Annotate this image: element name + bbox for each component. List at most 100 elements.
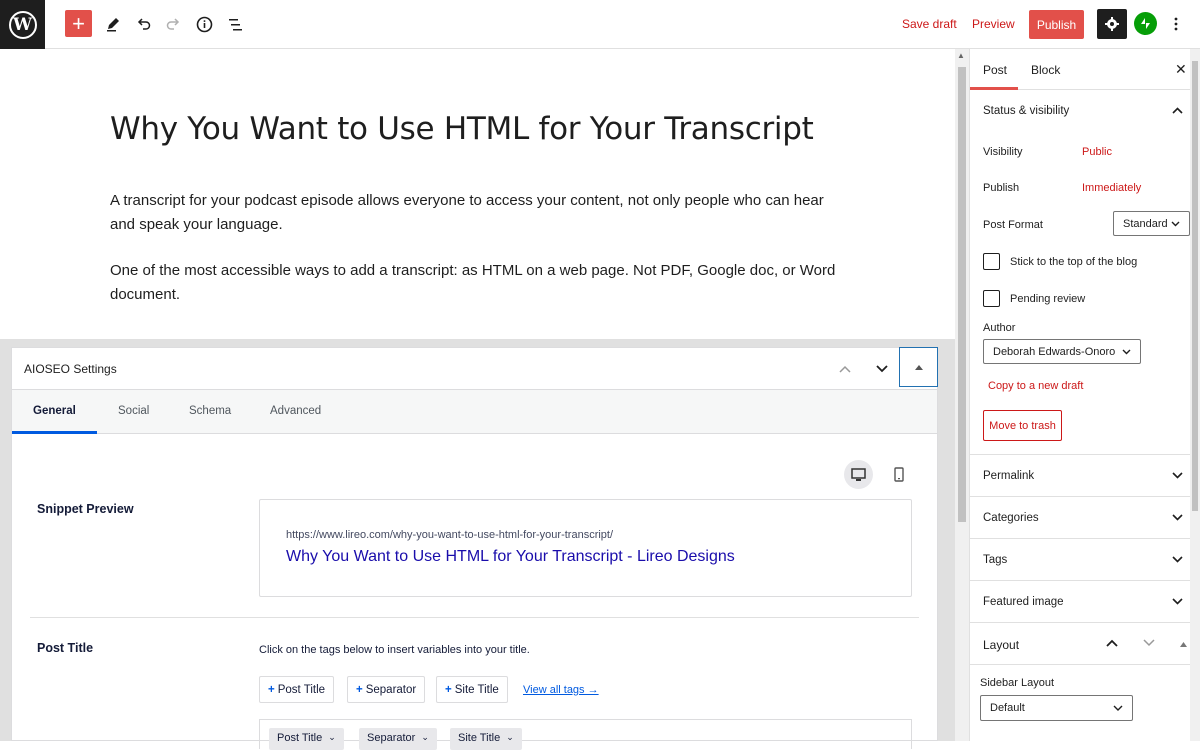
tab-social[interactable]: Social <box>118 405 149 417</box>
aioseo-tabs: General Social Schema Advanced <box>12 390 937 434</box>
active-tab-indicator <box>970 87 1018 90</box>
scrollbar-thumb[interactable] <box>958 67 966 522</box>
chevron-down-icon: ⌄ <box>328 732 336 742</box>
toggle-arrow-icon[interactable] <box>1180 638 1187 650</box>
desktop-preview-icon[interactable] <box>844 460 873 489</box>
sidebar-layout-select[interactable]: Default <box>980 695 1133 721</box>
divider <box>970 496 1191 497</box>
tab-general[interactable]: General <box>33 405 76 417</box>
plus-icon: + <box>268 683 275 696</box>
gear-icon[interactable] <box>1097 9 1127 39</box>
chevron-down-icon: ⌄ <box>421 732 429 742</box>
snippet-url: https://www.lireo.com/why-you-want-to-us… <box>286 529 614 541</box>
section-title: Tags <box>983 554 1008 566</box>
post-format-select[interactable]: Standard <box>1113 211 1190 236</box>
chevron-down-icon <box>1172 512 1183 524</box>
chevron-up-icon <box>1172 105 1183 117</box>
divider <box>970 538 1191 539</box>
list-view-icon[interactable] <box>221 10 249 38</box>
move-to-trash-button[interactable]: Move to trash <box>983 410 1062 441</box>
divider <box>970 664 1191 665</box>
info-icon[interactable] <box>190 10 218 38</box>
wordpress-logo-icon: W <box>8 10 37 39</box>
section-title: Status & visibility <box>983 105 1070 117</box>
copy-to-draft-link[interactable]: Copy to a new draft <box>988 380 1083 392</box>
select-value: Default <box>990 702 1025 714</box>
tab-schema[interactable]: Schema <box>189 405 231 417</box>
panel-toggle-icon[interactable] <box>899 347 938 387</box>
snippet-preview-box: https://www.lireo.com/why-you-want-to-us… <box>259 499 912 597</box>
insert-site-title-tag-button[interactable]: + Site Title <box>436 676 508 703</box>
sticky-checkbox[interactable] <box>983 253 1000 270</box>
more-options-icon[interactable] <box>1166 10 1186 38</box>
scroll-up-icon[interactable]: ▲ <box>957 51 965 60</box>
divider <box>970 580 1191 581</box>
tag-button-label: Site Title <box>454 683 499 696</box>
undo-icon[interactable] <box>130 10 158 38</box>
tab-block[interactable]: Block <box>1031 63 1060 77</box>
redo-icon[interactable] <box>159 10 187 38</box>
visibility-link[interactable]: Public <box>1082 146 1112 158</box>
meta-boxes-area: AIOSEO Settings General Social Schema Ad… <box>0 339 955 750</box>
chip-label: Separator <box>367 732 416 744</box>
chip-label: Site Title <box>458 732 501 744</box>
chevron-down-icon <box>1172 470 1183 482</box>
plus-icon: + <box>356 683 363 696</box>
visibility-label: Visibility <box>983 146 1023 158</box>
pending-review-label: Pending review <box>1010 293 1086 305</box>
settings-sidebar: Post Block ✕ Status & visibility Visibil… <box>969 49 1191 741</box>
post-format-label: Post Format <box>983 219 1043 231</box>
sidebar-layout-label: Sidebar Layout <box>980 677 1054 689</box>
plus-icon: + <box>445 683 452 696</box>
section-title: Categories <box>983 512 1039 524</box>
scrollbar-thumb[interactable] <box>1192 61 1198 511</box>
editor-scrollbar[interactable]: ▲ <box>955 49 969 741</box>
seo-title-field[interactable]: Post Title ⌄ Separator ⌄ Site Title ⌄ <box>259 719 912 750</box>
chevron-down-icon: ⌄ <box>506 732 514 742</box>
title-chip[interactable]: Site Title ⌄ <box>450 728 522 750</box>
section-title: Layout <box>983 638 1020 652</box>
editor-toolbar: W + Save draft Preview Publish <box>0 0 1200 49</box>
chevron-down-icon <box>1122 346 1131 358</box>
preview-button[interactable]: Preview <box>972 10 1015 38</box>
move-down-icon[interactable] <box>869 357 895 381</box>
wordpress-logo-button[interactable]: W <box>0 0 45 49</box>
insert-separator-tag-button[interactable]: + Separator <box>347 676 426 703</box>
chevron-down-icon[interactable] <box>1143 638 1155 650</box>
tab-advanced[interactable]: Advanced <box>270 405 321 417</box>
post-title[interactable]: Why You Want to Use HTML for Your Transc… <box>110 111 814 147</box>
chevron-down-icon <box>1113 702 1123 714</box>
sidebar-scrollbar[interactable] <box>1190 49 1200 741</box>
author-select[interactable]: Deborah Edwards-Onoro <box>983 339 1141 364</box>
close-icon[interactable]: ✕ <box>1175 61 1187 78</box>
save-draft-button[interactable]: Save draft <box>902 10 957 38</box>
aioseo-settings-panel: AIOSEO Settings General Social Schema Ad… <box>11 347 938 750</box>
title-chip[interactable]: Separator ⌄ <box>359 728 437 750</box>
mobile-preview-icon[interactable] <box>888 460 910 489</box>
paragraph-block[interactable]: A transcript for your podcast episode al… <box>110 189 840 237</box>
pencil-icon[interactable] <box>99 10 127 38</box>
sidebar-tabs: Post Block ✕ <box>970 49 1190 90</box>
view-all-tags-link[interactable]: View all tags → <box>523 684 599 696</box>
title-chip[interactable]: Post Title ⌄ <box>269 728 344 750</box>
pending-review-checkbox[interactable] <box>983 290 1000 307</box>
chevron-down-icon <box>1171 218 1180 230</box>
tab-post[interactable]: Post <box>983 63 1007 77</box>
chevron-up-icon[interactable] <box>1106 638 1118 650</box>
move-up-icon[interactable] <box>832 357 858 381</box>
select-value: Deborah Edwards-Onoro <box>993 345 1116 358</box>
post-title-label: Post Title <box>37 641 94 655</box>
tag-button-label: Separator <box>365 683 417 696</box>
publish-button[interactable]: Publish <box>1029 10 1084 39</box>
add-block-button[interactable]: + <box>65 10 92 37</box>
publish-date-link[interactable]: Immediately <box>1082 182 1141 194</box>
jetpack-icon[interactable] <box>1134 12 1157 35</box>
divider <box>30 617 919 618</box>
paragraph-block[interactable]: One of the most accessible ways to add a… <box>110 259 840 307</box>
chevron-down-icon <box>1172 596 1183 608</box>
chevron-down-icon <box>1172 554 1183 566</box>
insert-post-title-tag-button[interactable]: + Post Title <box>259 676 335 703</box>
editor-canvas: Why You Want to Use HTML for Your Transc… <box>0 49 955 750</box>
divider <box>970 622 1191 623</box>
section-title: Permalink <box>983 470 1035 482</box>
